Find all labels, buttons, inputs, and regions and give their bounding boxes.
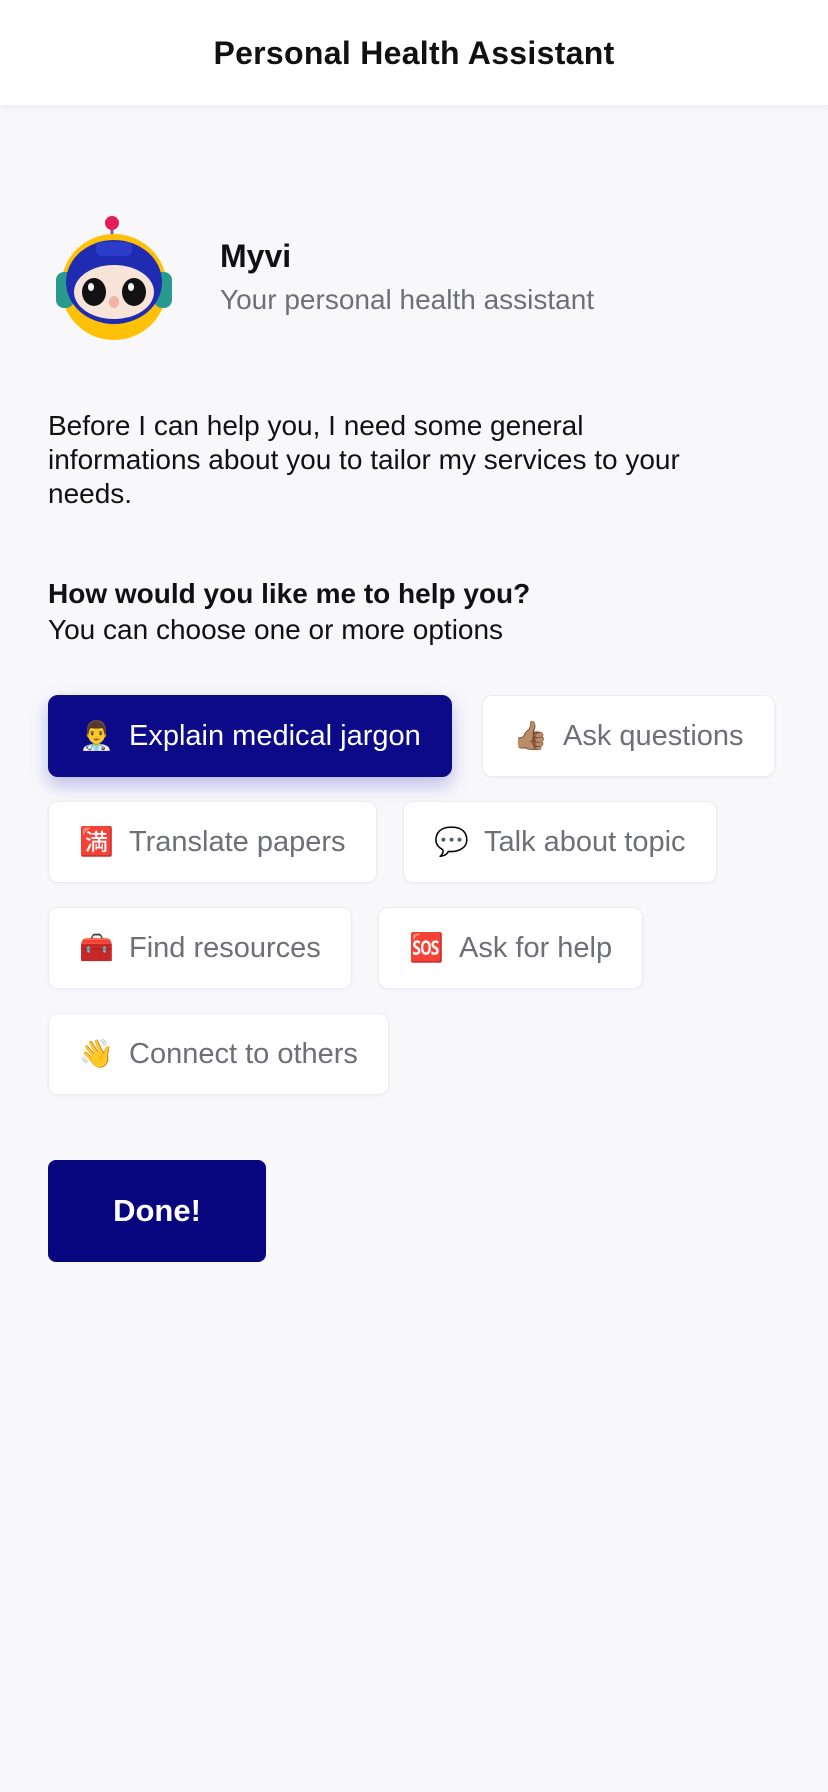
- assistant-tagline: Your personal health assistant: [220, 284, 595, 315]
- done-button[interactable]: Done!: [48, 1160, 266, 1262]
- option-label: Connect to others: [129, 1037, 358, 1070]
- assistant-info: Myvi Your personal health assistant: [220, 236, 594, 320]
- option-translate-papers[interactable]: 🈵 Translate papers: [48, 801, 377, 883]
- toolbox-icon: 🧰: [79, 931, 114, 964]
- thumbs-up-icon: 👍🏽: [513, 719, 548, 752]
- option-label: Explain medical jargon: [129, 719, 421, 752]
- top-navigation-bar: Personal Health Assistant: [0, 0, 828, 106]
- question-block: How would you like me to help you? You c…: [48, 576, 748, 648]
- health-worker-icon: 👨‍⚕️: [79, 719, 114, 752]
- page: Personal Health Assistant Myvi Your pers…: [0, 0, 828, 1792]
- question-title: How would you like me to help you?: [48, 578, 531, 609]
- speech-bubble-icon: 💬: [434, 825, 469, 858]
- waving-hand-icon: 👋: [79, 1037, 114, 1070]
- option-label: Ask for help: [459, 931, 613, 964]
- translate-icon: 🈵: [79, 825, 114, 858]
- assistant-profile: Myvi Your personal health assistant: [48, 212, 594, 350]
- option-explain-medical-jargon[interactable]: 👨‍⚕️ Explain medical jargon: [48, 695, 452, 777]
- option-talk-about-topic[interactable]: 💬 Talk about topic: [403, 801, 717, 883]
- option-label: Talk about topic: [484, 825, 686, 858]
- option-label: Find resources: [129, 931, 321, 964]
- assistant-avatar: [56, 216, 172, 340]
- intro-text: Before I can help you, I need some gener…: [48, 410, 680, 509]
- option-find-resources[interactable]: 🧰 Find resources: [48, 907, 352, 989]
- option-ask-questions[interactable]: 👍🏽 Ask questions: [482, 695, 775, 777]
- option-connect-to-others[interactable]: 👋 Connect to others: [48, 1013, 389, 1095]
- option-ask-for-help[interactable]: 🆘 Ask for help: [378, 907, 644, 989]
- page-title: Personal Health Assistant: [213, 35, 615, 71]
- option-label: Ask questions: [563, 719, 744, 752]
- option-label: Translate papers: [129, 825, 346, 858]
- sos-icon: 🆘: [409, 931, 444, 964]
- question-subtitle: You can choose one or more options: [48, 614, 504, 645]
- assistant-name: Myvi: [220, 238, 292, 274]
